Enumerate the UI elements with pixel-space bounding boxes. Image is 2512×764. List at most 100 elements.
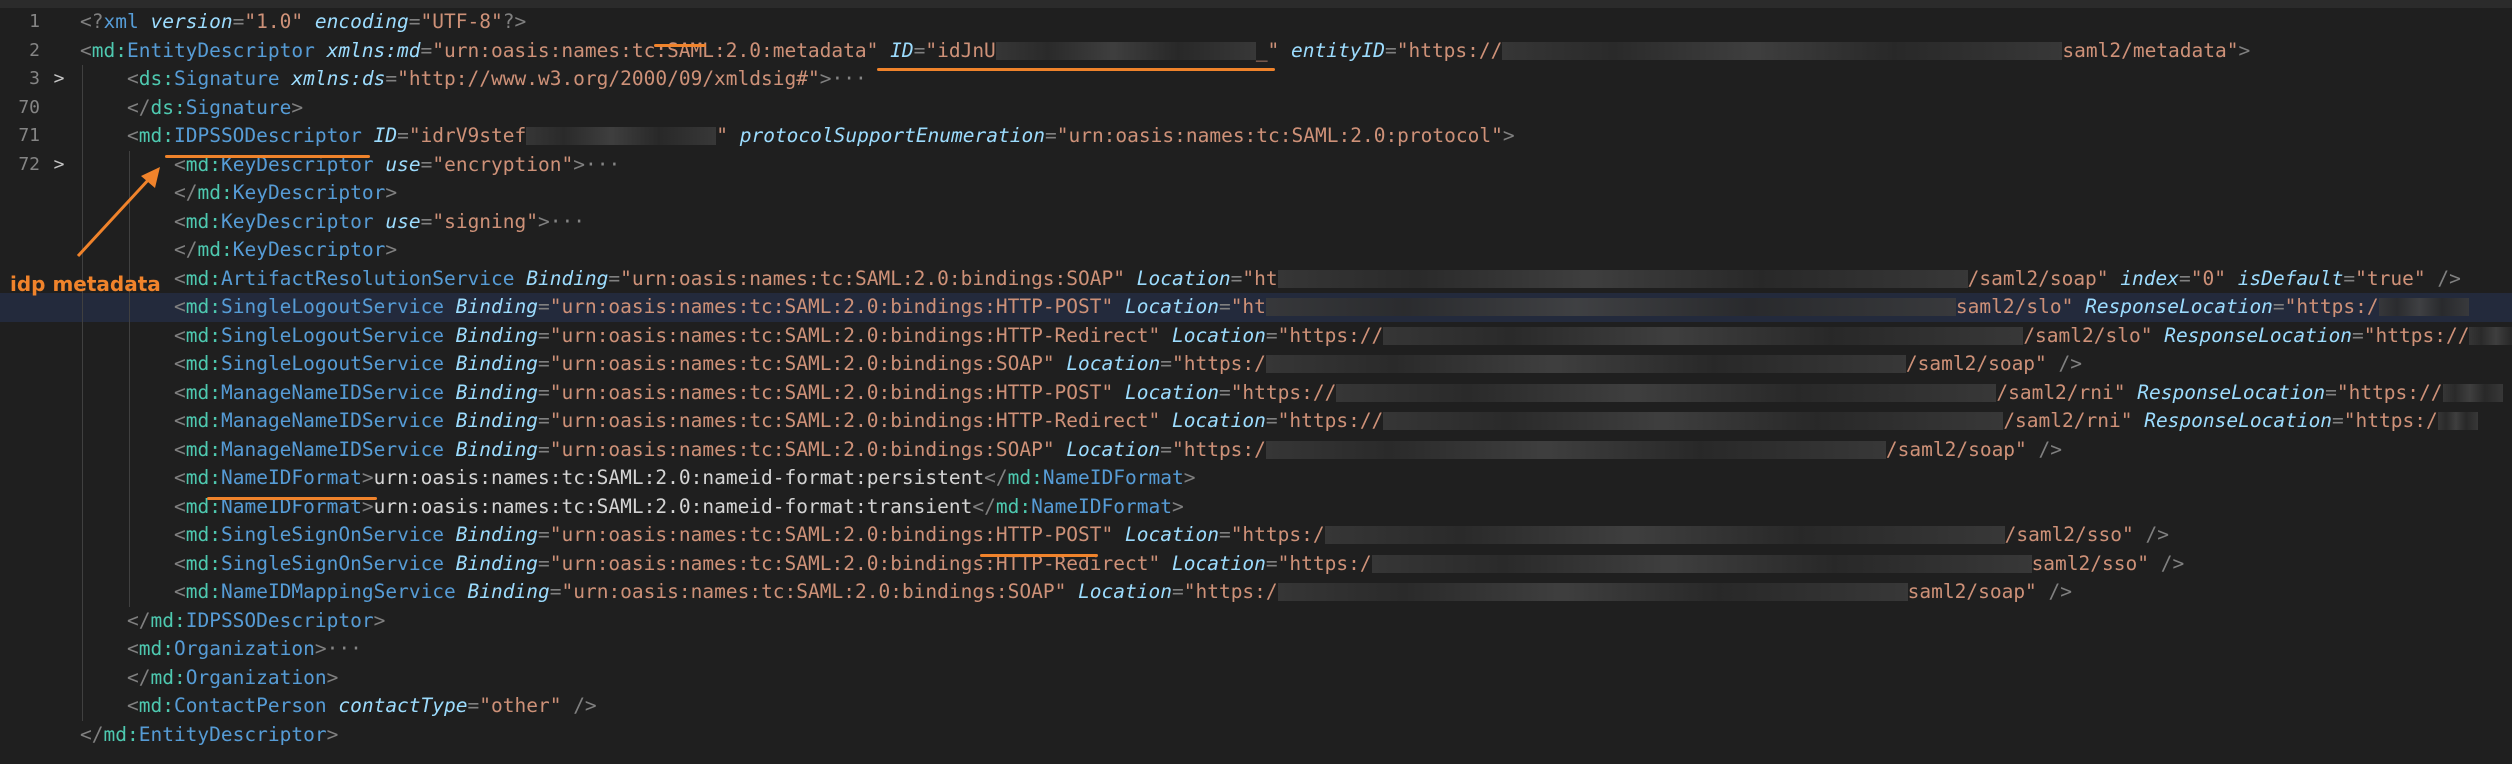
code-token: < [174,494,186,518]
code-token: = [467,694,480,717]
indent-guide [82,635,83,664]
indent-guide [82,521,83,550]
code-token: = [232,10,245,33]
code-line[interactable]: <md:ManageNameIDService Binding="urn:oas… [0,407,2512,436]
code-line[interactable]: <md:ManageNameIDService Binding="urn:oas… [0,378,2512,407]
code-token: KeyDescriptor [220,209,374,233]
code-line[interactable]: <md:SingleLogoutService Binding="urn:oas… [0,321,2512,350]
code-token: md: [150,665,186,689]
indent-guide [129,578,130,607]
code-line[interactable]: <md:KeyDescriptor use="signing">··· [0,207,2512,236]
code-line[interactable]: <md:Organization>··· [0,635,2512,664]
code-token: = [537,295,550,318]
code-text: <md:NameIDFormat>urn:oasis:names:tc:SAML… [174,464,1195,493]
code-token: < [174,551,186,575]
redacted-region [1371,554,2032,573]
code-line[interactable]: <md:ArtifactResolutionService Binding="u… [0,264,2512,294]
code-text: <md:ArtifactResolutionService Binding="u… [174,265,2461,294]
code-token: = [1160,352,1172,375]
redacted-region [2469,326,2512,345]
code-token: protocolSupportEnumeration [739,124,1045,147]
code-text: <md:Organization>··· [127,635,362,664]
code-line[interactable]: 72 > <md:KeyDescriptor use="encryption">··… [0,150,2512,179]
code-token: IDPSSODescriptor [173,124,362,147]
redacted-region [1336,383,1997,402]
code-line[interactable]: <md:NameIDMappingService Binding="urn:oa… [0,578,2512,607]
code-line[interactable]: <md:SingleLogoutService Binding="urn:oas… [0,293,2512,322]
code-token: Location [1125,523,1219,546]
code-line[interactable]: </md:KeyDescriptor> [0,236,2512,265]
indent-guide [82,549,83,578]
code-token: "https:// [1277,409,1384,432]
code-token: SingleSignOnService [220,551,445,575]
code-editor[interactable]: 1 <?xml version="1.0" encoding="UTF-8"?> 2… [0,8,2512,764]
code-token: Location [1171,323,1266,347]
code-token: Location [1171,551,1266,575]
code-line[interactable]: </md:EntityDescriptor> [0,721,2512,750]
code-token: "urn:oasis:names:tc:SAML:2.0:bindings:HT… [549,409,1161,432]
code-token: ··· [831,67,867,90]
code-line[interactable]: <md:NameIDFormat>urn:oasis:names:tc:SAML… [0,464,2512,493]
code-token: > [819,67,832,90]
code-token: /saml2/rni" [2003,409,2133,432]
code-line[interactable]: <md:ContactPerson contactType="other" /> [0,692,2512,721]
code-token: md: [138,637,174,660]
code-line[interactable]: 1 <?xml version="1.0" encoding="UTF-8"?> [0,8,2512,37]
code-line[interactable]: </md:KeyDescriptor> [0,179,2512,208]
indent-guide [129,464,130,493]
code-token: < [174,466,186,489]
code-token: = [2179,266,2191,290]
code-token: "http://www.w3.org/2000/09/xmldsig#" [397,67,820,90]
code-text: <md:ManageNameIDService Binding="urn:oas… [174,407,2478,436]
code-line[interactable]: 71 <md:IDPSSODescriptor ID="idrV9stef " pr… [0,122,2512,151]
indent-guide [82,321,83,350]
code-token: md: [185,352,221,375]
code-line[interactable]: <md:SingleLogoutService Binding="urn:oas… [0,350,2512,379]
indent-guide [129,378,130,407]
code-token: "urn:oasis:names:tc:SAML:2.0:bindings:SO… [620,266,1125,290]
code-line[interactable]: <md:ManageNameIDService Binding="urn:oas… [0,435,2512,465]
code-token: KeyDescriptor [232,181,386,204]
code-token: Location [1066,437,1161,461]
code-token: > [1183,466,1196,489]
code-token: "signing" [432,209,539,233]
code-token: Signature [185,95,292,119]
code-line[interactable]: 70 </ds:Signature> [0,93,2512,122]
code-line[interactable]: 2 <md:EntityDescriptor xmlns:md="urn:oasi… [0,37,2512,66]
code-token: Location [1066,352,1161,375]
code-token: > [538,209,550,233]
annotation-underline-saml [654,44,706,47]
code-text: </md:Organization> [127,664,338,693]
code-token: "urn:oasis:names:tc:SAML:2.0:protocol" [1056,124,1503,147]
code-token: "UTF-8" [420,10,503,33]
code-token: "https:/ [1171,437,1266,461]
indent-guide [129,549,130,578]
code-text: <md:SingleSignOnService Binding="urn:oas… [174,521,2169,550]
code-token: </ [127,608,151,632]
code-line[interactable]: </md:Organization> [0,663,2512,693]
code-token: > [573,152,585,176]
code-token: NameIDFormat [220,466,362,489]
code-token: </ [972,494,996,518]
code-line[interactable]: <md:SingleSignOnService Binding="urn:oas… [0,549,2512,578]
code-line[interactable]: <md:SingleSignOnService Binding="urn:oas… [0,521,2512,550]
code-token: > [291,95,304,119]
code-line[interactable]: </md:IDPSSODescriptor> [0,606,2512,635]
code-token: md: [185,551,221,575]
code-token: md: [995,494,1032,518]
code-token: "urn:oasis:names:tc:SAML:2.0:bindings:HT… [549,380,1114,404]
code-token: ID [373,124,398,147]
code-text: <md:ManageNameIDService Binding="urn:oas… [174,436,2062,465]
code-token: ManageNameIDService [220,437,445,461]
code-text: </md:KeyDescriptor> [174,236,397,265]
code-token: "https:/ [1230,523,1325,546]
